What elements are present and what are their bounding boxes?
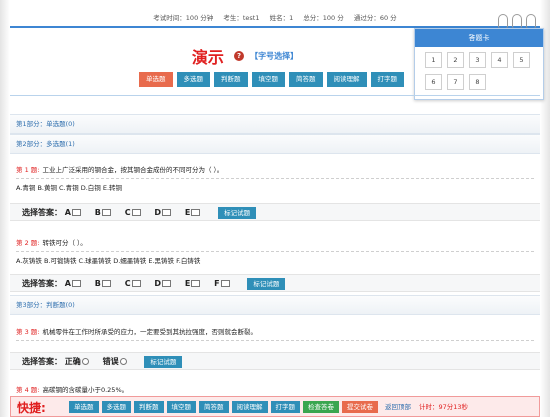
quick-tab-single-choice[interactable]: 单选题 [69,401,99,413]
question-number: 第 2 题: [16,239,40,247]
question-number: 第 1 题: [16,166,40,174]
option-c-checkbox[interactable]: C [125,204,141,221]
quick-tab-fill-blank[interactable]: 填空题 [166,401,196,413]
answer-bar-q3: 选择答案： 正确 错误 标记试题 [10,352,540,370]
option-e-checkbox[interactable]: E [185,204,201,221]
quick-tab-multiple-choice[interactable]: 多选题 [101,401,131,413]
question-1: 第 1 题: 工业上广泛采用的钢合金，按其钢合金成份的不同可分为（ ）。 A.青铜… [16,165,534,193]
option-b-checkbox[interactable]: B [95,204,111,221]
exam-title-area: 演示 ? 【字号选择】 [10,44,480,67]
answer-card-cell[interactable]: 6 [425,74,442,90]
back-to-top-link[interactable]: 返回顶部 [385,401,411,411]
binder-rings-icon [498,14,538,28]
section-part-1[interactable]: 第1部分：单选题(0) [10,114,540,134]
question-type-tabs: 单选题 多选题 判断题 填空题 简答题 阅读理解 打字题 [139,72,408,87]
tab-short-answer[interactable]: 简答题 [289,72,323,87]
mark-question-button[interactable]: 标记试题 [144,355,183,368]
question-text: 高碳钢的含碳量小于0.25%。 [42,386,129,394]
quick-tab-short-answer[interactable]: 简答题 [199,401,229,413]
question-options: A.灰铸铁 B.可锻铸铁 C.球墨铸铁 D.蠕墨铸铁 E.黑铸铁 F.白铸铁 [16,257,201,265]
answer-card-cell[interactable]: 8 [469,74,486,90]
question-stem: 第 4 题: 高碳钢的含碳量小于0.25%。 [16,385,534,395]
option-f-checkbox[interactable]: F [214,275,230,292]
mark-question-button[interactable]: 标记试题 [247,277,286,290]
option-c-checkbox[interactable]: C [125,275,141,292]
answer-card-cell[interactable]: 7 [447,74,464,90]
header-divider [10,95,540,96]
tab-single-choice[interactable]: 单选题 [139,72,173,87]
quick-tab-true-false[interactable]: 判断题 [134,401,164,413]
question-divider [16,251,534,252]
tab-typing[interactable]: 打字题 [370,72,404,87]
option-true-radio[interactable]: 正确 [65,353,89,370]
option-false-radio[interactable]: 错误 [103,353,127,370]
question-divider [16,340,534,341]
answer-card-cell[interactable]: 4 [491,52,508,68]
help-icon[interactable]: ? [234,51,244,61]
question-text: 转铁可分（ ）。 [42,239,87,247]
question-options: A.青铜 B.黄铜 C.青铜 D.白铜 E.转铜 [16,184,123,192]
section-part-3[interactable]: 第3部分：判断题(0) [10,295,540,315]
option-a-checkbox[interactable]: A [65,204,81,221]
quick-tab-typing[interactable]: 打字题 [270,401,300,413]
exam-time: 考试时间：100 分钟 [153,14,214,22]
tab-true-false[interactable]: 判断题 [214,72,248,87]
quick-nav-tabs: 单选题 多选题 判断题 填空题 简答题 阅读理解 打字题 检查答卷 提交试卷 返回顶部 计时：97分… [69,401,468,413]
quick-nav-label: 快捷: [17,401,46,415]
question-4: 第 4 题: 高碳钢的含碳量小于0.25%。 [16,385,534,395]
check-answers-button[interactable]: 检查答卷 [303,401,339,413]
option-e-checkbox[interactable]: E [185,275,201,292]
submit-exam-button[interactable]: 提交试卷 [342,401,378,413]
answer-card-panel: 答题卡 12345 678 [414,28,544,100]
question-number: 第 3 题: [16,328,40,336]
exam-timer: 计时：97分13秒 [419,403,469,411]
answer-label: 选择答案： [22,208,62,217]
tab-reading[interactable]: 阅读理解 [326,72,367,87]
pass-score: 通过分：60 分 [353,14,397,22]
question-2: 第 2 题: 转铁可分（ ）。 A.灰铸铁 B.可锻铸铁 C.球墨铸铁 D.蠕墨铸… [16,238,534,266]
question-stem: 第 1 题: 工业上广泛采用的钢合金，按其钢合金成份的不同可分为（ ）。 [16,165,534,175]
option-d-checkbox[interactable]: D [154,204,172,221]
question-3: 第 3 题: 机械零件在工作时所承受的应力，一定要受到其抗拉强度，否则就会断裂。 [16,327,534,345]
page-shadow-left [0,0,10,417]
answer-card-cell[interactable]: 5 [513,52,530,68]
font-size-select-link[interactable]: 【字号选择】 [250,52,298,61]
answer-label: 选择答案： [22,279,62,288]
answer-bar-q1: 选择答案： A B C D E 标记试题 [10,203,540,221]
option-a-checkbox[interactable]: A [65,275,81,292]
question-stem: 第 2 题: 转铁可分（ ）。 [16,238,534,248]
quick-nav-bar: 快捷: 单选题 多选题 判断题 填空题 简答题 阅读理解 打字题 检查答卷 提交试卷 返回顶部 计时… [10,396,540,417]
exam-title: 演示 [191,48,224,67]
examinee: 考生：test1 [223,14,260,22]
question-divider [16,178,534,179]
answer-bar-q2: 选择答案： A B C D E F 标记试题 [10,274,540,292]
question-number: 第 4 题: [16,386,40,394]
tab-fill-blank[interactable]: 填空题 [251,72,285,87]
exam-info-bar: 考试时间：100 分钟 考生：test1 姓名：1 总分：100 分 通过分：6… [10,8,540,28]
question-text: 机械零件在工作时所承受的应力，一定要受到其抗拉强度，否则就会断裂。 [42,328,257,336]
quick-tab-reading[interactable]: 阅读理解 [231,401,268,413]
question-stem: 第 3 题: 机械零件在工作时所承受的应力，一定要受到其抗拉强度，否则就会断裂。 [16,327,534,337]
tab-multiple-choice[interactable]: 多选题 [176,72,210,87]
section-part-2[interactable]: 第2部分：多选题(1) [10,134,540,154]
answer-label: 选择答案： [22,357,62,366]
option-b-checkbox[interactable]: B [95,275,111,292]
mark-question-button[interactable]: 标记试题 [218,206,257,219]
option-d-checkbox[interactable]: D [154,275,172,292]
total-score: 总分：100 分 [303,14,344,22]
question-text: 工业上广泛采用的钢合金，按其钢合金成份的不同可分为（ ）。 [42,166,224,174]
examinee-name: 姓名：1 [269,14,294,22]
